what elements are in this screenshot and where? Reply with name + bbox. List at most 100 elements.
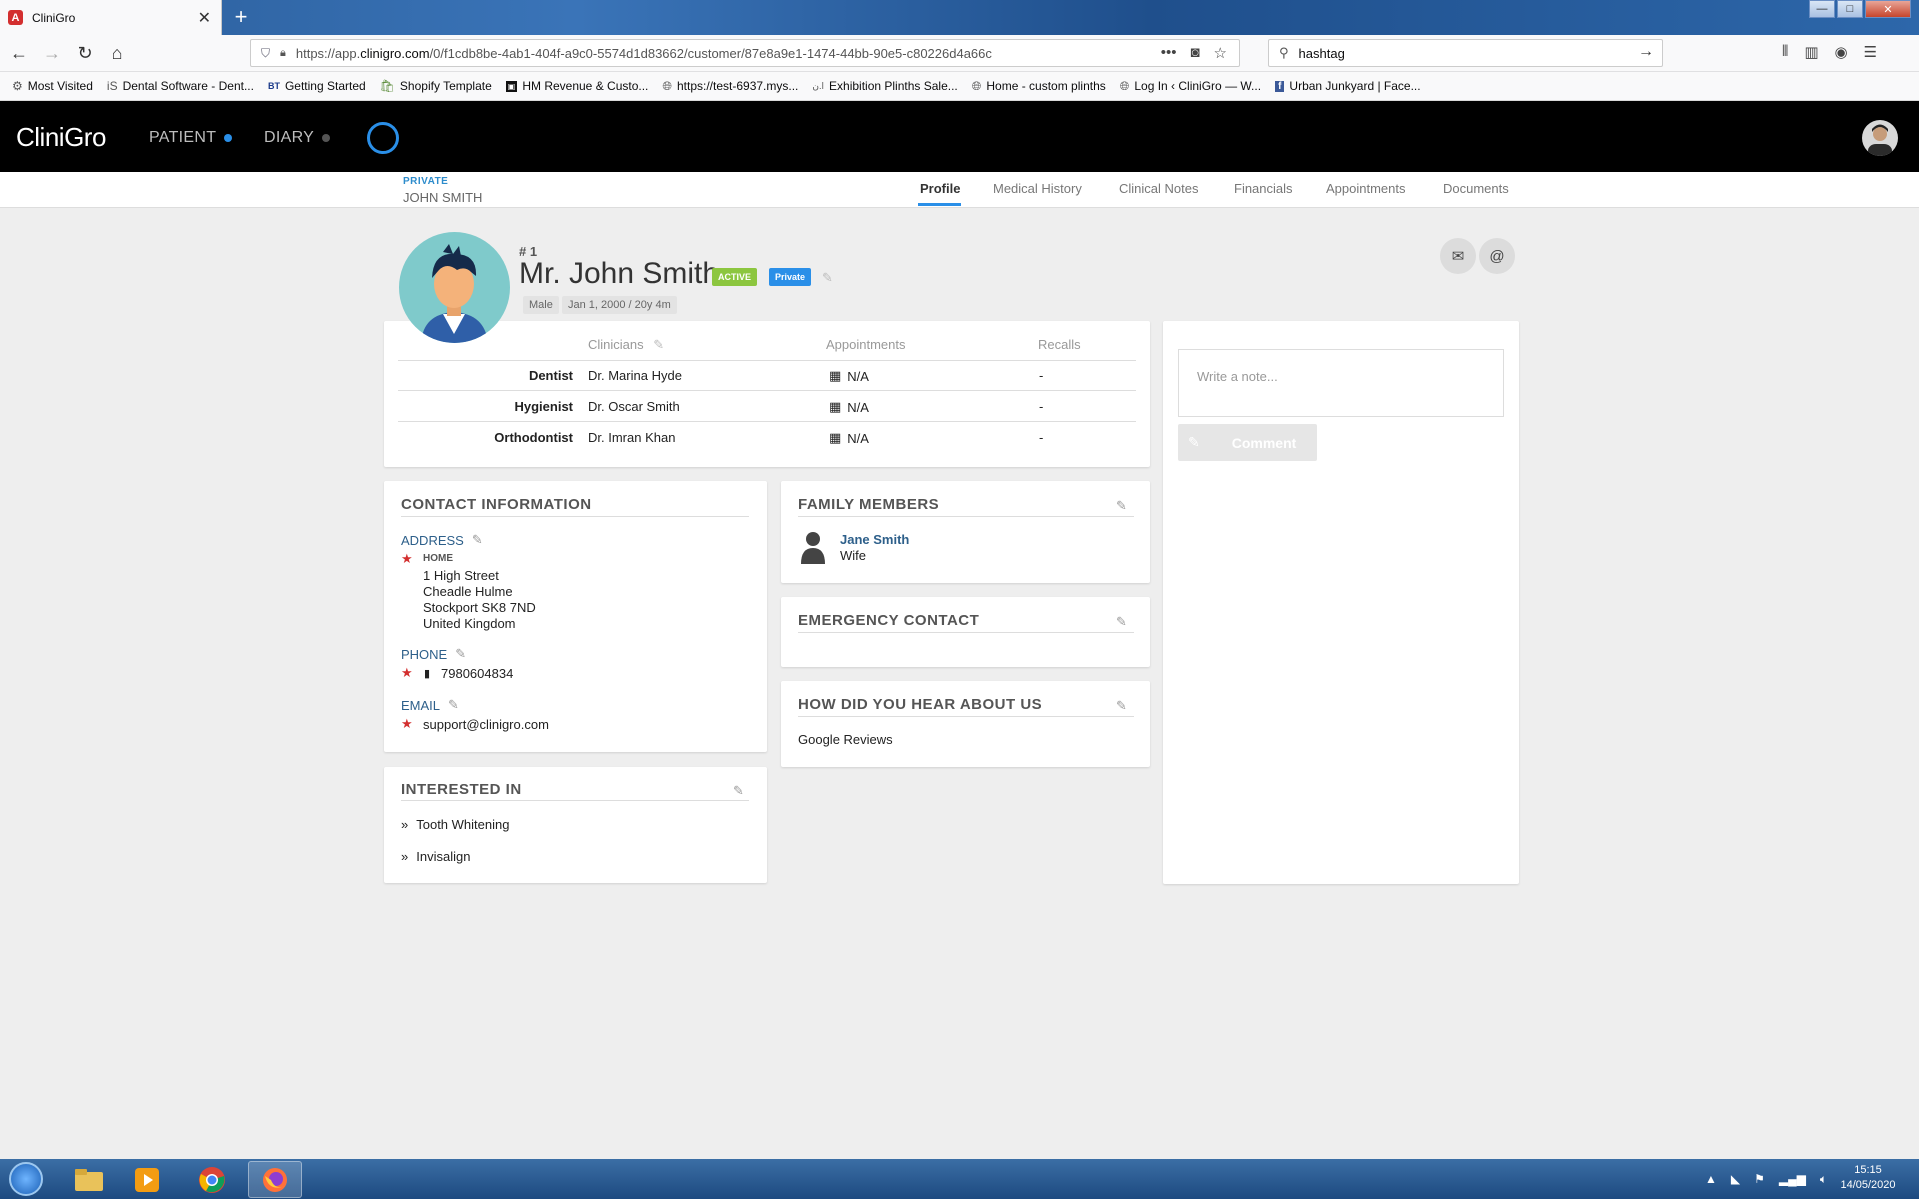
- nav-patient-label: PATIENT: [149, 129, 217, 146]
- bookmarks-bar: ⚙ Most Visited iS Dental Software - Dent..…: [0, 72, 1919, 101]
- page-actions-icon[interactable]: •••: [1161, 44, 1177, 62]
- file-explorer-icon[interactable]: [62, 1161, 116, 1198]
- show-hidden-icons-icon[interactable]: ▲: [1705, 1172, 1717, 1187]
- role-dentist: Dentist: [528, 368, 573, 383]
- address-label: ADDRESS: [401, 532, 464, 548]
- tracking-shield-icon[interactable]: ⛉: [261, 46, 270, 61]
- edit-address-icon[interactable]: ✎: [472, 532, 483, 548]
- network-warning-icon[interactable]: ◣: [1731, 1172, 1740, 1187]
- bookmark-dental-software[interactable]: iS Dental Software - Dent...: [107, 79, 254, 93]
- referral-panel: [781, 681, 1150, 767]
- comment-button[interactable]: ✎ Comment: [1178, 424, 1317, 461]
- list-item: » Tooth Whitening: [401, 817, 509, 833]
- edit-referral-icon[interactable]: ✎: [1116, 698, 1127, 714]
- edit-interests-icon[interactable]: ✎: [733, 783, 744, 799]
- bookmark-shopify[interactable]: 🛍︎ Shopify Template: [380, 79, 492, 93]
- divider: [798, 716, 1134, 717]
- at-icon: @: [1489, 247, 1505, 265]
- signal-icon[interactable]: ▂▄▆: [1779, 1172, 1806, 1187]
- primary-star-icon: ★: [401, 665, 413, 680]
- close-window-button[interactable]: ✕: [1865, 0, 1911, 18]
- bookmark-urban-junkyard[interactable]: f Urban Junkyard | Face...: [1275, 79, 1421, 93]
- family-member-relation: Wife: [840, 548, 866, 563]
- url-path: /0/f1cdb8be-4ab1-404f-a9c0-5574d1d83662/…: [429, 45, 992, 61]
- reload-icon[interactable]: ↻: [74, 43, 96, 64]
- close-tab-icon[interactable]: ✕: [198, 8, 211, 28]
- pocket-icon[interactable]: ◙: [1190, 44, 1199, 62]
- bookmark-star-icon[interactable]: ☆: [1214, 44, 1227, 62]
- search-input[interactable]: hashtag: [1299, 46, 1345, 61]
- bookmark-label: HM Revenue & Custo...: [522, 79, 649, 93]
- volume-icon[interactable]: 🔈︎: [1820, 1172, 1827, 1187]
- nav-patient-dot-icon: [224, 134, 233, 142]
- home-icon[interactable]: ⌂: [106, 43, 128, 64]
- send-message-button[interactable]: ✉: [1440, 238, 1476, 274]
- chrome-icon[interactable]: [185, 1161, 239, 1198]
- patient-avatar[interactable]: [399, 232, 510, 343]
- minimize-button[interactable]: —: [1809, 0, 1835, 18]
- tab-medical-history[interactable]: Medical History: [993, 181, 1082, 196]
- app-logo[interactable]: CliniGro: [16, 122, 106, 153]
- bookmark-test[interactable]: 🌐︎ https://test-6937.mys...: [662, 79, 798, 94]
- new-tab-button[interactable]: +: [228, 3, 254, 31]
- user-avatar[interactable]: [1862, 120, 1898, 156]
- bookmark-getting-started[interactable]: BT Getting Started: [268, 79, 366, 93]
- forward-icon[interactable]: →: [41, 43, 63, 64]
- edit-email-icon[interactable]: ✎: [448, 697, 459, 713]
- media-player-icon[interactable]: [120, 1161, 174, 1198]
- interested-title: INTERESTED IN: [401, 781, 522, 798]
- tab-clinical-notes[interactable]: Clinical Notes: [1119, 181, 1198, 196]
- search-box[interactable]: ⚲ hashtag →: [1268, 39, 1663, 67]
- tab-appointments[interactable]: Appointments: [1326, 181, 1406, 196]
- referral-value: Google Reviews: [798, 732, 893, 747]
- is-icon: iS: [106, 79, 118, 93]
- firefox-icon[interactable]: [248, 1161, 302, 1198]
- account-icon[interactable]: ◉: [1835, 43, 1848, 61]
- gear-icon: ⚙: [12, 79, 23, 93]
- action-center-flag-icon[interactable]: ⚑: [1754, 1172, 1765, 1187]
- tab-financials[interactable]: Financials: [1234, 181, 1293, 196]
- edit-emergency-icon[interactable]: ✎: [1116, 614, 1127, 630]
- bookmark-custom-plinths[interactable]: 🌐︎ Home - custom plinths: [972, 79, 1106, 94]
- bookmark-hmrc[interactable]: ▣ HM Revenue & Custo...: [505, 79, 649, 93]
- emergency-title: EMERGENCY CONTACT: [798, 612, 980, 629]
- mobile-phone-icon: ▮: [424, 668, 431, 680]
- recall-value: -: [1039, 399, 1044, 414]
- menu-icon[interactable]: ☰: [1864, 43, 1877, 61]
- maximize-button[interactable]: □: [1837, 0, 1863, 18]
- bookmark-most-visited[interactable]: ⚙ Most Visited: [12, 79, 93, 93]
- angular-favicon-icon: A: [8, 10, 23, 25]
- globe-icon: 🌐︎: [971, 78, 982, 93]
- system-tray: ▲ ◣ ⚑ ▂▄▆ 🔈︎: [1705, 1172, 1827, 1187]
- search-go-icon[interactable]: →: [1638, 43, 1654, 61]
- phone-value[interactable]: 7980604834: [441, 666, 513, 682]
- edit-family-icon[interactable]: ✎: [1116, 498, 1127, 514]
- edit-phone-icon[interactable]: ✎: [455, 646, 466, 662]
- search-icon: ⚲: [1279, 45, 1289, 60]
- send-email-button[interactable]: @: [1479, 238, 1515, 274]
- nav-diary-dot-icon: [322, 134, 331, 142]
- nav-diary[interactable]: DIARY: [264, 129, 331, 147]
- tab-profile[interactable]: Profile: [920, 181, 960, 196]
- address-type: HOME: [423, 553, 453, 564]
- bookmark-clinigro-login[interactable]: 🌐︎ Log In ‹ CliniGro — W...: [1120, 79, 1261, 94]
- tab-documents[interactable]: Documents: [1443, 181, 1509, 196]
- bt-icon: BT: [267, 81, 280, 91]
- comment-button-label: Comment: [1231, 434, 1297, 451]
- taskbar-clock[interactable]: 15:15 14/05/2020: [1828, 1163, 1908, 1193]
- note-input[interactable]: Write a note...: [1178, 349, 1504, 417]
- start-button[interactable]: [2, 1159, 50, 1199]
- edit-clinicians-icon[interactable]: ✎: [653, 337, 664, 352]
- sidebar-icon[interactable]: ▥: [1804, 43, 1818, 61]
- email-value[interactable]: support@clinigro.com: [423, 717, 549, 733]
- bookmark-exhibition[interactable]: ا.ن Exhibition Plinths Sale...: [812, 79, 957, 93]
- nav-patient[interactable]: PATIENT: [149, 129, 233, 147]
- gender-pill: Male: [523, 296, 559, 314]
- edit-profile-icon[interactable]: ✎: [822, 270, 833, 286]
- library-icon[interactable]: ⫴: [1782, 43, 1788, 61]
- back-icon[interactable]: ←: [8, 43, 30, 64]
- lock-icon[interactable]: 🔒︎: [280, 47, 286, 60]
- url-bar[interactable]: ⛉ 🔒︎ https://app. clinigro.com/0/f1cdb8be…: [250, 39, 1240, 67]
- family-member-name[interactable]: Jane Smith: [840, 532, 909, 547]
- browser-tab[interactable]: A CliniGro ✕: [0, 0, 222, 35]
